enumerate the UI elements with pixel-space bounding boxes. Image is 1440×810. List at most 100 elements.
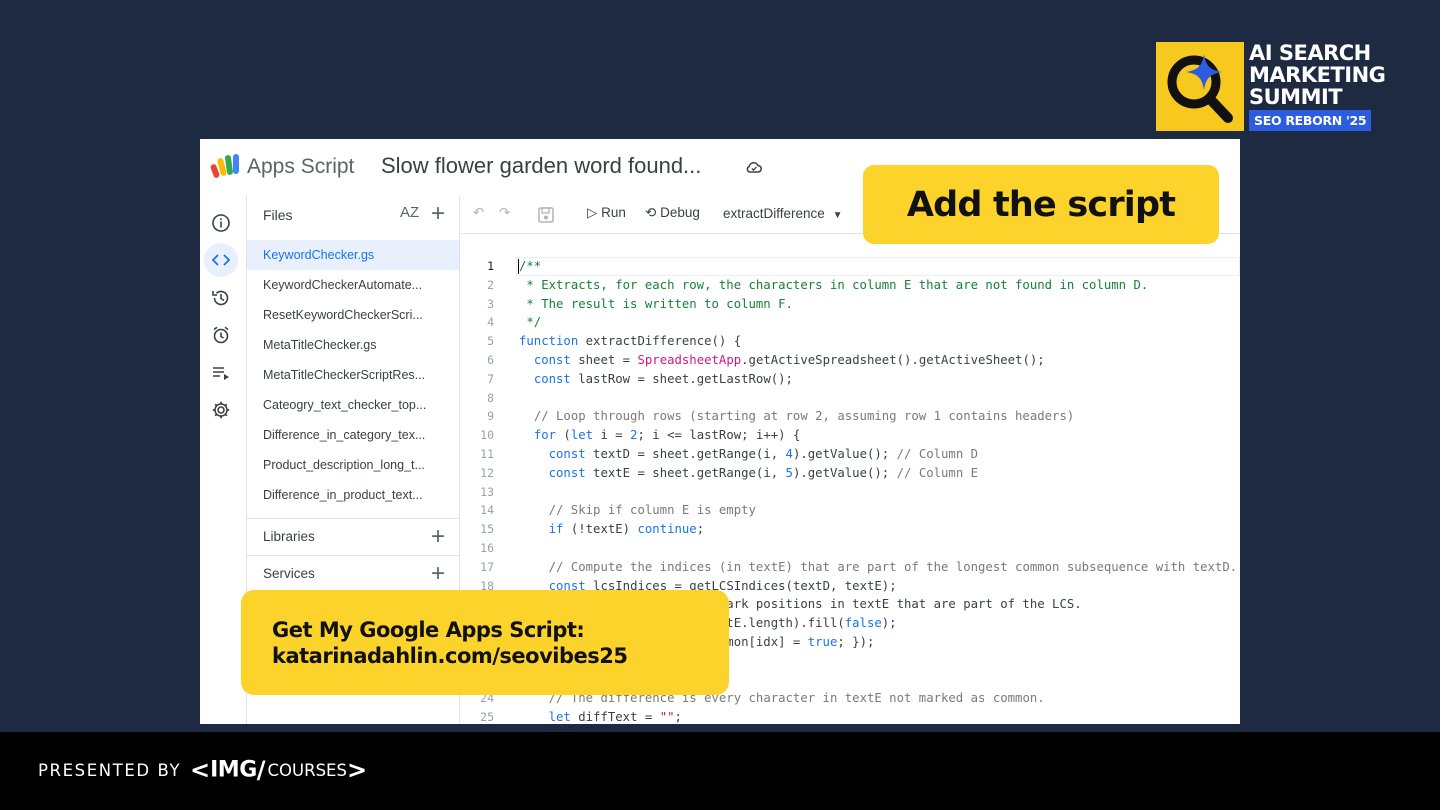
logo-courses-text: COURSES <box>267 760 347 780</box>
line-number: 12 <box>480 465 494 480</box>
info-icon[interactable] <box>204 206 238 240</box>
code-text: function extractDifference() { <box>519 334 742 349</box>
line-number: 2 <box>487 277 494 292</box>
line-number: 9 <box>487 409 494 424</box>
line-number: 6 <box>487 353 494 367</box>
code-line[interactable]: 8 <box>461 389 1240 408</box>
file-item[interactable]: MetaTitleCheckerScriptRes... <box>247 360 459 390</box>
add-service-icon[interactable]: + <box>431 562 445 586</box>
code-line[interactable]: 6 const sheet = SpreadsheetApp.getActive… <box>461 351 1240 370</box>
undo-icon[interactable]: ↶ <box>473 205 484 221</box>
line-number: 3 <box>487 296 494 311</box>
chevron-right-icon: > <box>346 756 368 784</box>
run-button[interactable]: ▷ Run <box>587 205 626 221</box>
cloud-icon[interactable] <box>745 158 763 176</box>
libraries-header: Libraries <box>263 529 315 544</box>
function-select-value: extractDifference <box>723 206 825 221</box>
side-rail <box>200 196 247 724</box>
services-header: Services <box>263 566 315 581</box>
code-icon[interactable] <box>204 243 238 277</box>
code-text: for (let i = 2; i <= lastRow; i++) { <box>533 428 801 443</box>
line-number: 15 <box>480 522 494 537</box>
file-item[interactable]: Cateogry_text_checker_top... <box>247 390 459 420</box>
summit-name: AI SEARCH MARKETING SUMMIT <box>1249 41 1386 109</box>
code-line[interactable]: 5 function extractDifference() { <box>461 332 1240 351</box>
divider <box>247 555 459 556</box>
text-caret <box>518 259 519 274</box>
summit-tagline: SEO REBORN '25 <box>1249 110 1372 131</box>
debug-label: Debug <box>660 205 700 220</box>
code-line[interactable]: 16 <box>461 539 1240 558</box>
save-icon[interactable] <box>537 206 555 224</box>
get-script-callout: Get My Google Apps Script: katarinadahli… <box>241 590 729 695</box>
file-item[interactable]: KeywordCheckerAutomate... <box>247 270 459 300</box>
line-number: 5 <box>487 334 494 349</box>
chevron-left-icon: < <box>190 756 211 784</box>
file-item[interactable]: MetaTitleChecker.gs <box>247 330 459 360</box>
alarm-icon[interactable] <box>204 318 238 352</box>
get-script-url[interactable]: katarinadahlin.com/seovibes25 <box>272 644 628 668</box>
line-number: 7 <box>487 371 494 386</box>
code-line[interactable]: 4 */ <box>461 313 1240 332</box>
file-item[interactable]: ResetKeywordCheckerScri... <box>247 300 459 330</box>
code-text: const textD = sheet.getRange(i, 4).getVa… <box>548 447 979 461</box>
code-line[interactable]: 17 // Compute the indices (in textE) tha… <box>461 558 1240 577</box>
history-icon[interactable] <box>204 281 238 315</box>
current-line-highlight <box>516 257 1240 276</box>
divider <box>247 518 459 519</box>
summit-search-icon <box>1156 42 1244 131</box>
line-number: 8 <box>487 390 494 405</box>
code-text: const sheet = SpreadsheetApp.getActiveSp… <box>533 353 1045 367</box>
debug-button[interactable]: ⟲ Debug <box>645 205 700 221</box>
file-item[interactable]: Difference_in_product_text... <box>247 480 459 510</box>
summit-logo: AI SEARCH MARKETING SUMMIT SEO REBORN '2… <box>1156 42 1396 134</box>
code-text: /** <box>519 259 542 273</box>
code-line[interactable]: 1 /** <box>461 257 1240 276</box>
code-line[interactable]: 7 const lastRow = sheet.getLastRow(); <box>461 370 1240 389</box>
apps-script-logo-icon <box>210 154 239 178</box>
code-text: const textE = sheet.getRange(i, 5).getVa… <box>548 465 979 480</box>
redo-icon[interactable]: ↷ <box>499 205 510 221</box>
file-item[interactable]: KeywordChecker.gs <box>247 240 459 270</box>
code-line[interactable]: 3 * The result is written to column F. <box>461 295 1240 314</box>
presented-by-label: PRESENTED BY <box>38 761 182 780</box>
app-name: Apps Script <box>247 155 355 178</box>
code-line[interactable]: 13 <box>461 483 1240 502</box>
code-line[interactable]: 11 const textD = sheet.getRange(i, 4).ge… <box>461 445 1240 464</box>
code-text: * The result is written to column F. <box>519 296 793 311</box>
logo-img-text: IMG <box>210 757 257 783</box>
file-item[interactable]: Product_description_long_t... <box>247 450 459 480</box>
get-script-line1: Get My Google Apps Script: <box>272 618 585 642</box>
code-text: // Skip if column E is empty <box>548 503 756 518</box>
code-line[interactable]: 25 let diffText = ""; <box>461 708 1240 724</box>
chevron-down-icon: ▼ <box>832 210 843 221</box>
code-text: // Compute the indices (in textE) that a… <box>548 559 1238 574</box>
playlist-icon[interactable] <box>204 356 238 390</box>
project-title[interactable]: Slow flower garden word found... <box>381 153 701 179</box>
code-text: */ <box>519 315 542 330</box>
add-file-icon[interactable]: + <box>431 202 445 226</box>
debug-icon: ⟲ <box>645 205 657 220</box>
code-line[interactable]: 12 const textE = sheet.getRange(i, 5).ge… <box>461 464 1240 483</box>
code-line[interactable]: 15 if (!textE) continue; <box>461 520 1240 539</box>
code-text: // Loop through rows (starting at row 2,… <box>533 409 1075 424</box>
code-line[interactable]: 10 for (let i = 2; i <= lastRow; i++) { <box>461 426 1240 445</box>
sort-az-icon[interactable]: AZ <box>400 204 419 221</box>
file-item[interactable]: Difference_in_category_tex... <box>247 420 459 450</box>
gear-icon[interactable] <box>204 393 238 427</box>
line-number: 11 <box>480 447 494 461</box>
add-library-icon[interactable]: + <box>431 525 445 549</box>
footer-bar: PRESENTED BY <IMG/COURSES> <box>0 732 1440 810</box>
function-select[interactable]: extractDifference ▼ <box>723 206 842 221</box>
line-number: 25 <box>480 710 494 724</box>
slash-icon: / <box>256 756 266 784</box>
code-text: if (!textE) continue; <box>548 522 705 537</box>
code-line[interactable]: 9 // Loop through rows (starting at row … <box>461 407 1240 426</box>
code-text: * Extracts, for each row, the characters… <box>519 277 1149 292</box>
code-line[interactable]: 14 // Skip if column E is empty <box>461 501 1240 520</box>
img-courses-logo: <IMG/COURSES> <box>190 756 367 786</box>
line-number: 14 <box>480 503 494 518</box>
line-number: 17 <box>480 559 494 574</box>
line-number: 4 <box>487 315 494 330</box>
code-line[interactable]: 2 * Extracts, for each row, the characte… <box>461 276 1240 295</box>
